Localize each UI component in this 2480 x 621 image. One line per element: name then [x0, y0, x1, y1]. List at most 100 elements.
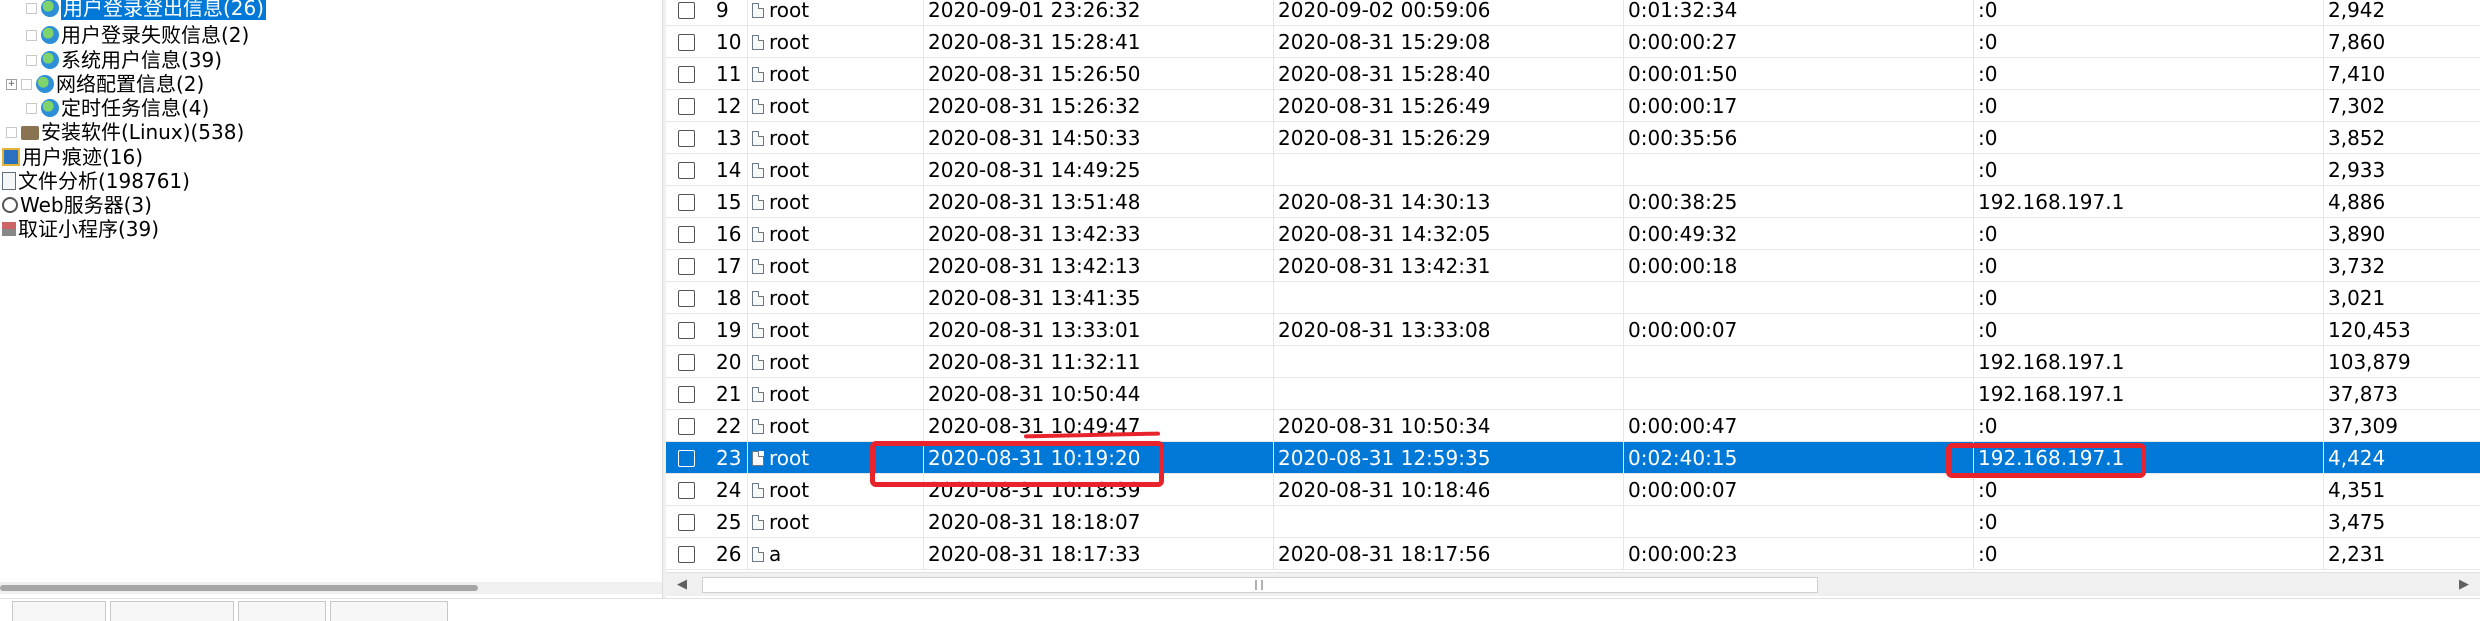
row-checkbox[interactable] [678, 162, 695, 179]
login-time-cell: 2020-08-31 13:42:33 [924, 218, 1274, 250]
table-row[interactable]: 13 root 2020-08-31 14:50:33 2020-08-31 15:2… [666, 122, 2480, 154]
table-row[interactable]: 17 root 2020-08-31 13:42:13 2020-08-31 13:4… [666, 250, 2480, 282]
table-row[interactable]: 23 root 2020-08-31 10:19:20 2020-08-31 12:5… [666, 442, 2480, 474]
row-checkbox[interactable] [678, 386, 695, 403]
row-checkbox[interactable] [678, 258, 695, 275]
table-row[interactable]: 25 root 2020-08-31 18:18:07:0 3,475 [666, 506, 2480, 538]
duration-cell [1624, 154, 1974, 186]
ip-address-cell: :0 [1974, 506, 2324, 538]
table-row[interactable]: 15 root 2020-08-31 13:51:48 2020-08-31 14:3… [666, 186, 2480, 218]
tree-expander [26, 29, 37, 41]
table-row[interactable]: 12 root 2020-08-31 15:26:32 2020-08-31 15:2… [666, 90, 2480, 122]
table-row[interactable]: 9 root 2020-09-01 23:26:32 2020-09-02 00:59… [666, 0, 2480, 26]
user-cell: root [748, 90, 924, 122]
table-row[interactable]: 16 root 2020-08-31 13:42:33 2020-08-31 14:3… [666, 218, 2480, 250]
document-icon [752, 354, 764, 370]
scroll-left-icon[interactable]: ◀ [674, 577, 690, 593]
table-row[interactable]: 11 root 2020-08-31 15:26:50 2020-08-31 15:2… [666, 58, 2480, 90]
row-checkbox[interactable] [678, 194, 695, 211]
row-checkbox[interactable] [678, 514, 695, 531]
row-number: 9 [712, 0, 748, 26]
row-checkbox-cell [666, 282, 712, 314]
row-number: 19 [712, 314, 748, 346]
user-name: root [769, 478, 810, 502]
row-checkbox[interactable] [678, 290, 695, 307]
table-row[interactable]: 14 root 2020-08-31 14:49:25:0 2,933 [666, 154, 2480, 186]
document-icon [752, 258, 764, 274]
tree-horizontal-scrollbar[interactable] [0, 582, 662, 594]
document-icon [752, 418, 764, 434]
user-name: root [769, 510, 810, 534]
expand-plus-icon[interactable]: + [6, 78, 17, 90]
bottom-tab[interactable] [330, 601, 448, 621]
bottom-tab[interactable] [238, 601, 326, 621]
logout-time-cell: 2020-08-31 13:33:08 [1274, 314, 1624, 346]
row-number: 15 [712, 186, 748, 218]
size-cell: 4,351 [2328, 478, 2386, 502]
row-number: 20 [712, 346, 748, 378]
table-row[interactable]: 19 root 2020-08-31 13:33:01 2020-08-31 13:3… [666, 314, 2480, 346]
scrollbar-thumb[interactable] [702, 577, 1818, 593]
bottom-tab[interactable] [110, 601, 234, 621]
login-time-cell: 2020-08-31 10:50:44 [924, 378, 1274, 410]
login-time-cell: 2020-08-31 13:33:01 [924, 314, 1274, 346]
ip-address-cell: :0 [1974, 58, 2324, 90]
document-icon [752, 34, 764, 50]
row-checkbox[interactable] [678, 226, 695, 243]
tree-node-scheduled-tasks[interactable]: 定时任务信息(4) [26, 96, 209, 120]
row-checkbox[interactable] [678, 546, 695, 563]
row-checkbox[interactable] [678, 98, 695, 115]
row-checkbox[interactable] [678, 354, 695, 371]
row-number: 17 [712, 250, 748, 282]
table-row[interactable]: 22 root 2020-08-31 10:49:47 2020-08-31 10:5… [666, 410, 2480, 442]
row-checkbox-cell [666, 122, 712, 154]
row-checkbox[interactable] [678, 130, 695, 147]
ip-address-cell: :0 [1974, 154, 2324, 186]
row-checkbox-cell [666, 154, 712, 186]
table-row[interactable]: 24 root 2020-08-31 10:18:39 2020-08-31 10:1… [666, 474, 2480, 506]
size-cell: 103,879 [2328, 350, 2411, 374]
tree-node-label: 用户登录登出信息(26) [61, 0, 267, 20]
tree-node-installed-software[interactable]: 安装软件(Linux)(538) [6, 120, 244, 144]
table-row[interactable]: 10 root 2020-08-31 15:28:41 2020-08-31 15:2… [666, 26, 2480, 58]
row-checkbox[interactable] [678, 482, 695, 499]
row-checkbox-cell [666, 90, 712, 122]
tree-node-user-traces[interactable]: 用户痕迹(16) [2, 145, 143, 169]
tree-node-network-config[interactable]: + 网络配置信息(2) [6, 72, 204, 96]
table-row[interactable]: 18 root 2020-08-31 13:41:35:0 3,021 [666, 282, 2480, 314]
scrollbar-thumb[interactable] [0, 585, 478, 591]
file-analysis-icon [2, 172, 16, 190]
app-window: 用户登录登出信息(26) 用户登录失败信息(2) 系统用户信息(39) + 网络… [0, 0, 2480, 621]
row-checkbox[interactable] [678, 2, 695, 19]
row-checkbox-cell [666, 218, 712, 250]
row-checkbox[interactable] [678, 418, 695, 435]
bottom-tab[interactable] [12, 601, 106, 621]
ip-address-cell: :0 [1974, 250, 2324, 282]
tree-node-login-logout[interactable]: 用户登录登出信息(26) [26, 0, 267, 20]
user-name: root [769, 350, 810, 374]
row-checkbox[interactable] [678, 66, 695, 83]
user-cell: root [748, 26, 924, 58]
duration-cell: 0:00:00:47 [1624, 410, 1974, 442]
tree-node-system-users[interactable]: 系统用户信息(39) [26, 48, 222, 72]
tree-node-label: 系统用户信息(39) [61, 48, 223, 72]
row-number: 24 [712, 474, 748, 506]
user-name: root [769, 0, 810, 22]
user-name: root [769, 254, 810, 278]
row-checkbox[interactable] [678, 450, 695, 467]
tree-node-forensic-applets[interactable]: 取证小程序(39) [2, 217, 159, 241]
size-cell: 4,886 [2328, 190, 2386, 214]
tree-node-login-failure[interactable]: 用户登录失败信息(2) [26, 23, 249, 47]
tree-node-file-analysis[interactable]: 文件分析(198761) [2, 169, 190, 193]
ip-address-cell: :0 [1974, 538, 2324, 570]
table-row[interactable]: 26 a 2020-08-31 18:17:33 2020-08-31 18:17:5… [666, 538, 2480, 570]
tree-node-web-server[interactable]: Web服务器(3) [2, 193, 152, 217]
scroll-right-icon[interactable]: ▶ [2456, 577, 2472, 593]
grid-horizontal-scrollbar[interactable]: ◀ ▶ [666, 572, 2480, 596]
table-row[interactable]: 21 root 2020-08-31 10:50:44 192.168.197.1 37… [666, 378, 2480, 410]
row-checkbox[interactable] [678, 322, 695, 339]
tree-expander [26, 2, 37, 14]
logout-time-cell [1274, 378, 1624, 410]
table-row[interactable]: 20 root 2020-08-31 11:32:11 192.168.197.1 10… [666, 346, 2480, 378]
row-checkbox[interactable] [678, 34, 695, 51]
